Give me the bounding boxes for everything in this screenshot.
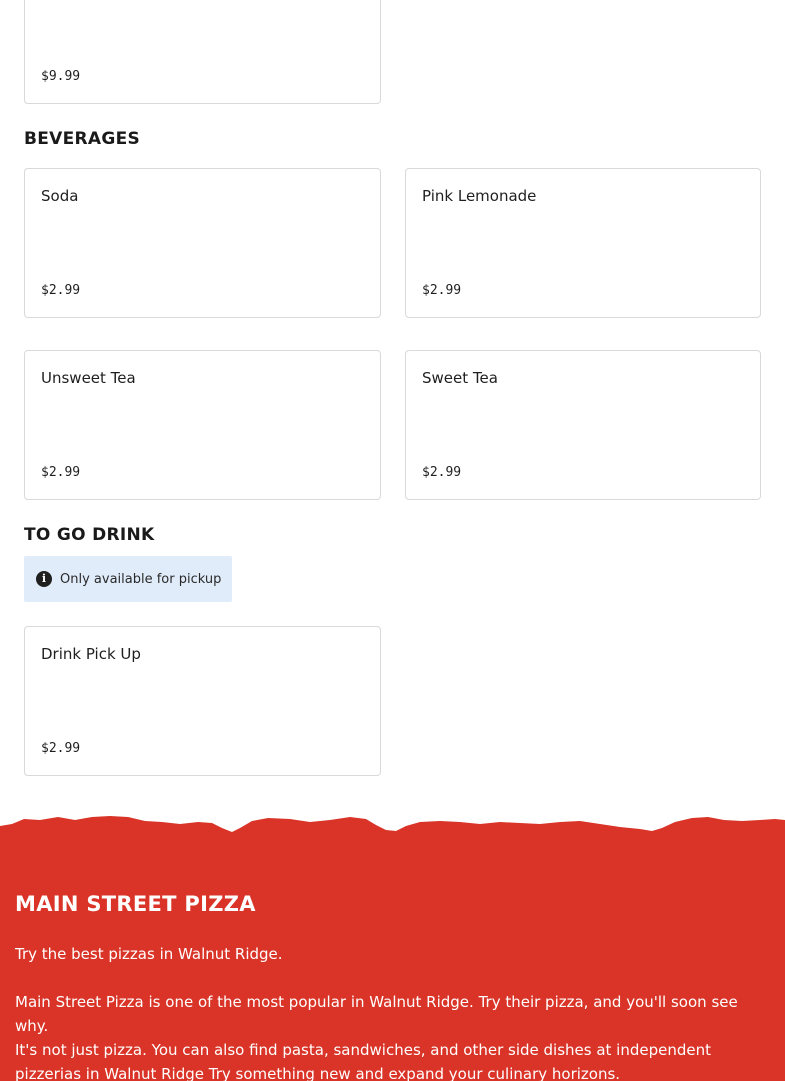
item-price: $2.99 — [422, 465, 462, 480]
menu-item-drink-pick-up[interactable]: Drink Pick Up $2.99 — [24, 626, 381, 776]
menu-item-unsweet-tea[interactable]: Unsweet Tea $2.99 — [24, 350, 381, 500]
menu-item-card[interactable]: $9.99 — [24, 0, 381, 104]
menu-item-sweet-tea[interactable]: Sweet Tea $2.99 — [405, 350, 761, 500]
section-title-to-go-drink: TO GO DRINK — [24, 525, 155, 545]
item-name: Pink Lemonade — [422, 187, 537, 205]
footer-paragraph: It's not just pizza. You can also find p… — [15, 1041, 711, 1081]
item-name: Drink Pick Up — [41, 645, 141, 663]
item-price: $2.99 — [41, 283, 81, 298]
footer-paragraph: Main Street Pizza is one of the most pop… — [15, 993, 738, 1035]
item-price: $9.99 — [41, 69, 81, 84]
menu-item-pink-lemonade[interactable]: Pink Lemonade $2.99 — [405, 168, 761, 318]
item-price: $2.99 — [41, 465, 81, 480]
section-title-beverages: BEVERAGES — [24, 129, 141, 149]
item-name: Unsweet Tea — [41, 369, 136, 387]
item-name: Sweet Tea — [422, 369, 498, 387]
restaurant-info-footer: MAIN STREET PIZZA Try the best pizzas in… — [0, 800, 785, 1081]
pickup-notice: i Only available for pickup — [24, 556, 232, 602]
restaurant-name: MAIN STREET PIZZA — [15, 892, 256, 916]
notice-text: Only available for pickup — [60, 571, 222, 587]
item-price: $2.99 — [41, 741, 81, 756]
item-name: Soda — [41, 187, 79, 205]
footer-paragraph: Try the best pizzas in Walnut Ridge. — [15, 945, 283, 963]
menu-item-soda[interactable]: Soda $2.99 — [24, 168, 381, 318]
item-price: $2.99 — [422, 283, 462, 298]
menu-page: $9.99 BEVERAGES Soda $2.99 Pink Lemonade… — [0, 0, 785, 1081]
info-icon: i — [36, 571, 52, 587]
